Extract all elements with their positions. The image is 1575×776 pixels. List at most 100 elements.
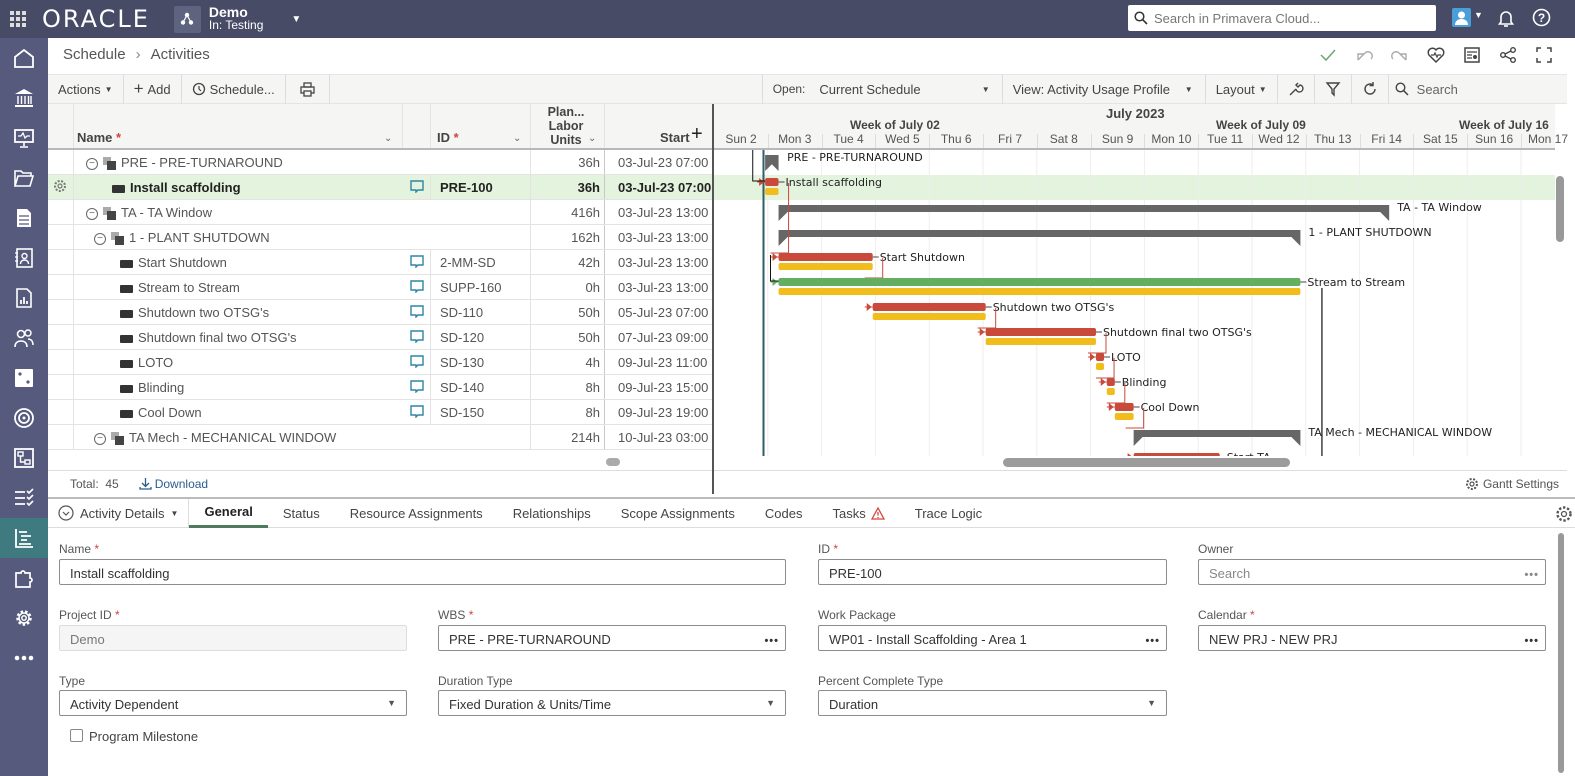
sidebar-item-files[interactable] <box>0 158 48 198</box>
notes-icon[interactable] <box>410 380 424 396</box>
notes-icon[interactable] <box>410 355 424 371</box>
open-schedule-select[interactable]: Open: Current Schedule ▼ <box>763 74 1003 104</box>
schedule-button[interactable]: Schedule... <box>182 74 286 104</box>
row-name-cell[interactable]: Install scaffolding <box>112 180 241 195</box>
user-menu-caret-icon[interactable]: ▼ <box>1474 10 1483 20</box>
tab-codes[interactable]: Codes <box>750 499 818 528</box>
sidebar-item-schedule[interactable] <box>0 518 48 558</box>
notes-icon[interactable] <box>410 255 424 271</box>
collapse-toggle-icon[interactable]: − <box>94 432 106 445</box>
id-input[interactable]: PRE-100 <box>818 559 1167 585</box>
undo-icon[interactable] <box>1355 46 1373 64</box>
chevron-down-icon[interactable]: ▼ <box>291 14 301 25</box>
sidebar-item-documents[interactable] <box>0 198 48 238</box>
notes-icon[interactable] <box>410 405 424 421</box>
global-search-input[interactable]: Search in Primavera Cloud... <box>1128 5 1436 31</box>
add-column-cursor-icon[interactable]: + <box>691 123 703 146</box>
type-select[interactable]: Activity Dependent ▼ <box>59 690 407 716</box>
collapse-toggle-icon[interactable]: − <box>86 207 98 220</box>
project-selector[interactable]: Demo In: Testing <box>209 5 263 32</box>
column-header-start[interactable]: Start <box>660 130 690 145</box>
activity-row[interactable]: Shutdown two OTSG's SD-110 50h 05-Jul-23 07… <box>48 300 712 325</box>
details-vertical-scrollbar[interactable] <box>1558 533 1564 773</box>
grid-search-input[interactable]: Search <box>1389 82 1458 97</box>
row-name-cell[interactable]: − TA - TA Window <box>86 205 212 221</box>
calendar-input[interactable]: NEW PRJ - NEW PRJ ••• <box>1198 625 1546 651</box>
name-input[interactable]: Install scaffolding <box>59 559 786 585</box>
collapse-toggle-icon[interactable]: − <box>86 157 98 170</box>
refresh-button[interactable] <box>1352 74 1389 104</box>
collapse-toggle-icon[interactable]: − <box>94 232 106 245</box>
wbs-row[interactable]: − PRE - PRE-TURNAROUND 36h 03-Jul-23 07:00 <box>48 150 712 175</box>
project-icon[interactable] <box>173 5 201 33</box>
layout-button[interactable]: Layout ▼ <box>1206 74 1278 104</box>
sidebar-item-goals[interactable] <box>0 398 48 438</box>
notifications-bell-icon[interactable] <box>1497 9 1515 28</box>
activity-details-toggle[interactable]: Activity Details ▼ <box>48 498 190 528</box>
row-name-cell[interactable]: LOTO <box>120 355 173 370</box>
tab-tasks[interactable]: Tasks <box>818 499 900 528</box>
activity-row[interactable]: Stream to Stream SUPP-160 0h 03-Jul-23 13:0… <box>48 275 712 300</box>
add-button[interactable]: + Add <box>124 74 182 104</box>
help-icon[interactable]: ? <box>1532 8 1551 27</box>
tab-relationships[interactable]: Relationships <box>498 499 606 528</box>
sidebar-item-reports[interactable] <box>0 278 48 318</box>
notes-icon[interactable] <box>410 180 424 196</box>
details-settings-gear-icon[interactable] <box>1555 505 1573 523</box>
row-name-cell[interactable]: Blinding <box>120 380 184 395</box>
tab-resource-assignments[interactable]: Resource Assignments <box>335 499 498 528</box>
wbs-row[interactable]: − TA - TA Window 416h 03-Jul-23 13:00 <box>48 200 712 225</box>
tab-scope-assignments[interactable]: Scope Assignments <box>606 499 750 528</box>
sidebar-item-contacts[interactable] <box>0 238 48 278</box>
breadcrumb-schedule[interactable]: Schedule <box>63 46 126 63</box>
app-launcher-icon[interactable] <box>10 10 28 28</box>
row-name-cell[interactable]: − 1 - PLANT SHUTDOWN <box>94 230 270 246</box>
row-name-cell[interactable]: − PRE - PRE-TURNAROUND <box>86 155 283 171</box>
more-options-icon[interactable]: ••• <box>764 635 779 647</box>
percent-complete-type-select[interactable]: Duration ▼ <box>818 690 1167 716</box>
tab-status[interactable]: Status <box>268 499 335 528</box>
sidebar-item-extensions[interactable] <box>0 558 48 598</box>
more-options-icon[interactable]: ••• <box>1145 635 1160 647</box>
owner-search-input[interactable]: Search ••• <box>1198 559 1546 585</box>
gantt-vertical-scrollbar[interactable] <box>1556 176 1564 242</box>
view-select[interactable]: View: Activity Usage Profile ▼ <box>1003 74 1206 104</box>
row-name-cell[interactable]: Shutdown two OTSG's <box>120 305 269 320</box>
activity-row[interactable]: Cool Down SD-150 8h 09-Jul-23 19:00 <box>48 400 712 425</box>
row-name-cell[interactable]: Stream to Stream <box>120 280 240 295</box>
activity-row[interactable]: Start Shutdown 2-MM-SD 42h 03-Jul-23 13:00 <box>48 250 712 275</box>
column-id-menu-icon[interactable]: ⌄ <box>513 133 521 144</box>
check-icon[interactable] <box>1319 46 1337 64</box>
more-options-icon[interactable]: ••• <box>1524 635 1539 647</box>
notes-icon[interactable] <box>410 280 424 296</box>
share-icon[interactable] <box>1499 46 1517 64</box>
redo-icon[interactable] <box>1391 46 1409 64</box>
sidebar-item-workflow[interactable] <box>0 438 48 478</box>
grid-horizontal-scrollbar[interactable] <box>606 458 620 466</box>
gantt-horizontal-scrollbar[interactable] <box>1003 458 1290 467</box>
download-link[interactable]: Download <box>139 477 208 491</box>
program-milestone-checkbox[interactable] <box>70 729 83 742</box>
column-units-menu-icon[interactable]: ⌄ <box>588 133 596 144</box>
filter-button[interactable] <box>1315 74 1352 104</box>
sidebar-item-portfolio[interactable] <box>0 78 48 118</box>
row-settings-gear-icon[interactable] <box>53 179 67 196</box>
row-name-cell[interactable]: Cool Down <box>120 405 202 420</box>
sidebar-item-dashboard[interactable] <box>0 118 48 158</box>
print-button[interactable] <box>286 74 330 104</box>
row-name-cell[interactable]: Start Shutdown <box>120 255 227 270</box>
fullscreen-icon[interactable] <box>1535 46 1553 64</box>
tools-button[interactable] <box>1278 74 1315 104</box>
sidebar-item-tasks[interactable] <box>0 478 48 518</box>
wbs-row[interactable]: − 1 - PLANT SHUTDOWN 162h 03-Jul-23 13:00 <box>48 225 712 250</box>
column-name-menu-icon[interactable]: ⌄ <box>384 133 392 144</box>
notes-icon[interactable] <box>410 305 424 321</box>
sidebar-item-risks[interactable] <box>0 358 48 398</box>
column-header-id[interactable]: ID * <box>437 130 459 145</box>
sidebar-item-home[interactable] <box>0 38 48 78</box>
activity-row[interactable]: Blinding SD-140 8h 09-Jul-23 15:00 <box>48 375 712 400</box>
gantt-settings-button[interactable]: Gantt Settings <box>1465 477 1559 491</box>
user-avatar[interactable] <box>1452 8 1471 27</box>
notes-icon[interactable] <box>410 330 424 346</box>
activity-row[interactable]: Shutdown final two OTSG's SD-120 50h 07-Jul… <box>48 325 712 350</box>
